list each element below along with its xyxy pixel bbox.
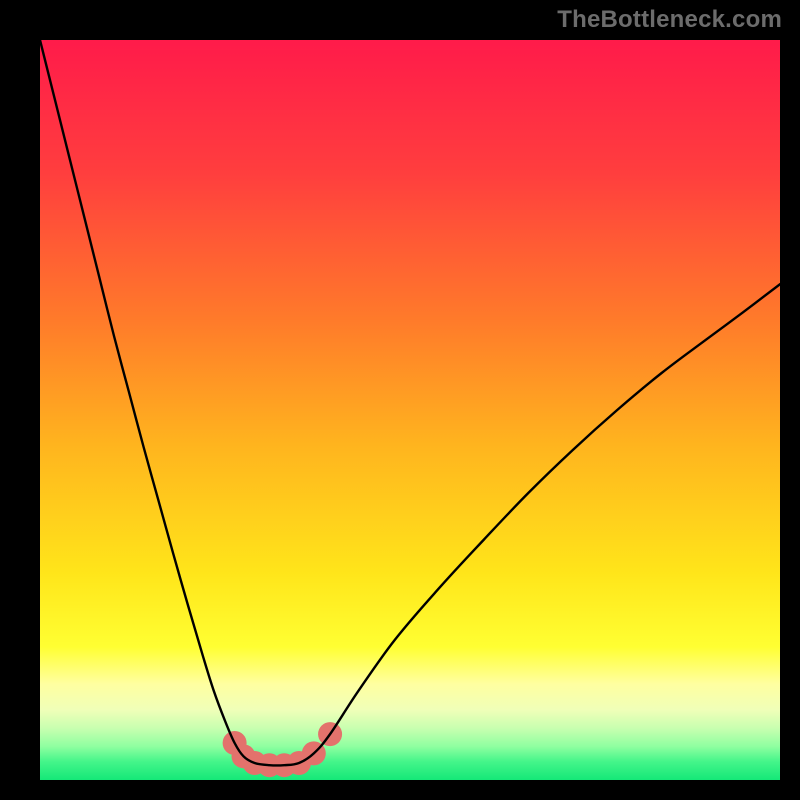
curve-overlay (40, 40, 780, 780)
chart-frame: TheBottleneck.com (0, 0, 800, 800)
watermark-text: TheBottleneck.com (557, 6, 782, 34)
bottleneck-curve (40, 40, 780, 766)
plot-area (40, 40, 780, 780)
